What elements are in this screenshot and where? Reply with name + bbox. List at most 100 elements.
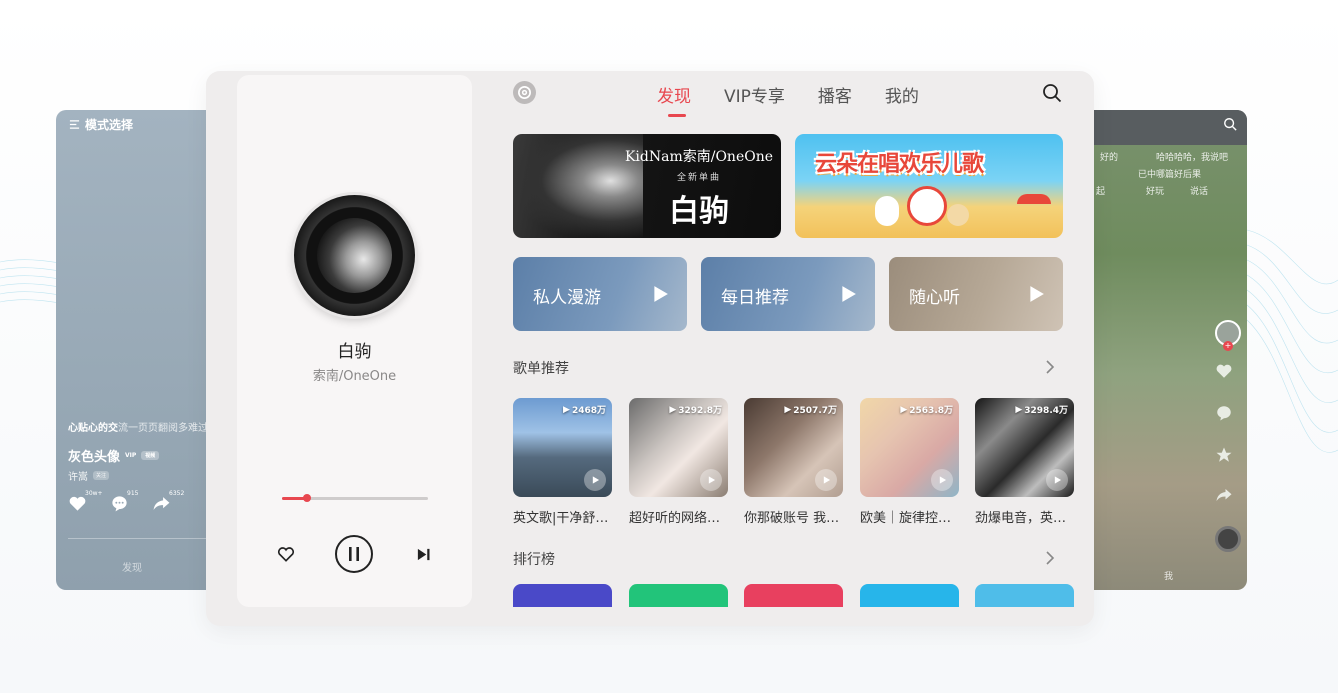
play-icon — [654, 286, 668, 302]
like-button[interactable] — [1215, 362, 1233, 380]
playlist-card[interactable]: ▶3298.4万 劲爆电音，英文歌曲 — [975, 398, 1074, 526]
banner-new-single[interactable]: KidNam索南/OneOne 全新单曲 白驹 — [513, 134, 781, 238]
banner-kids-songs[interactable]: 云朵在唱欢乐儿歌 — [795, 134, 1063, 238]
playlist-play-button[interactable] — [1046, 469, 1068, 491]
tag-badge: 视频 — [141, 451, 160, 460]
playlist-play-button[interactable] — [700, 469, 722, 491]
playlist-play-button[interactable] — [584, 469, 606, 491]
author-avatar[interactable]: + — [1215, 320, 1241, 351]
play-icon — [842, 286, 856, 302]
chevron-right-icon[interactable] — [1042, 550, 1058, 566]
follow-button[interactable]: 关注 — [93, 471, 110, 480]
pause-button[interactable] — [335, 535, 373, 573]
next-track-icon — [417, 548, 429, 560]
music-disc[interactable] — [1215, 526, 1241, 552]
heart-icon — [1216, 364, 1232, 378]
app-logo[interactable] — [513, 81, 536, 104]
comment-button[interactable] — [1215, 404, 1233, 422]
playlist-card[interactable]: ▶ 3292.8万 超好听的网络热歌 — [629, 398, 728, 526]
playlist-name: 劲爆电音，英文歌曲 — [975, 511, 1074, 526]
free-listen-button[interactable]: 随心听 — [889, 257, 1063, 331]
tab-mine[interactable]: 我的 — [885, 82, 919, 107]
chart-card[interactable] — [975, 584, 1074, 607]
rabbit-illustration — [875, 196, 899, 226]
play-count: ▶ 3298.4万 — [1015, 404, 1068, 417]
album-cover — [317, 218, 392, 293]
play-count: ▶ 2507.7万 — [784, 404, 837, 417]
danmaku-text: 哈哈哈哈，我说吧 — [1156, 153, 1229, 163]
daily-recommend-button[interactable]: 每日推荐 — [701, 257, 875, 331]
follow-plus-icon[interactable]: + — [1223, 341, 1233, 351]
heart-outline-icon — [277, 547, 295, 562]
video-author[interactable]: 许嵩 关注 — [68, 468, 110, 483]
private-roam-button[interactable]: 私人漫游 — [513, 257, 687, 331]
active-tab-indicator — [668, 114, 686, 117]
chevron-right-icon[interactable] — [1042, 359, 1058, 375]
play-icon — [1054, 476, 1061, 484]
menu-icon — [69, 120, 80, 129]
chart-card[interactable] — [513, 584, 612, 607]
pause-icon — [349, 547, 359, 561]
playlist-card[interactable]: ▶2507.7万 你那破账号 我早就不用了 — [744, 398, 843, 526]
progress-knob[interactable] — [302, 494, 311, 502]
play-icon — [592, 476, 599, 484]
banner-tag: 全新单曲 — [676, 173, 721, 183]
netease-logo-icon — [518, 86, 531, 99]
share-icon — [1216, 489, 1232, 501]
mascot-illustration — [907, 186, 947, 226]
play-icon — [823, 476, 830, 484]
mode-select-button[interactable]: 模式选择 — [69, 116, 133, 133]
section-title-playlists: 歌单推荐 — [513, 361, 569, 377]
share-button[interactable]: 6352 — [152, 490, 184, 516]
play-count: ▶ 2563.8万 — [900, 404, 953, 417]
danmaku-text: 好玩 — [1146, 187, 1165, 197]
danmaku-text: 已中哪篇好后果 — [1138, 170, 1202, 180]
progress-bar[interactable] — [282, 494, 428, 502]
section-title-charts: 排行榜 — [513, 552, 555, 568]
banner-title: 白驹 — [669, 194, 729, 229]
playlist-cover: ▶ 2563.8万 — [860, 398, 959, 497]
danmaku-text: 起 — [1096, 187, 1106, 197]
search-icon[interactable] — [1042, 83, 1062, 103]
song-title: 白驹 — [337, 342, 372, 362]
tab-podcast[interactable]: 播客 — [818, 82, 852, 107]
banner-artist: KidNam索南/OneOne — [624, 149, 774, 165]
playlist-cover: ▶ 3298.4万 — [975, 398, 1074, 497]
song-artist[interactable]: 索南/OneOne — [237, 365, 472, 384]
star-icon — [1216, 447, 1232, 462]
playlist-cover: ▶ 3292.8万 — [629, 398, 728, 497]
chart-card[interactable] — [629, 584, 728, 607]
danmaku-text: 好的 — [1100, 153, 1119, 163]
like-button[interactable]: 30w+ — [68, 490, 103, 516]
nav-mine[interactable]: 我 — [1164, 569, 1173, 582]
quick-label: 私人漫游 — [533, 288, 601, 308]
album-disc[interactable] — [294, 195, 415, 316]
search-icon[interactable] — [1223, 117, 1237, 131]
puppy-illustration — [947, 204, 969, 226]
tab-vip[interactable]: VIP专享 — [724, 82, 785, 107]
favorite-button[interactable] — [1215, 446, 1233, 464]
share-count: 6352 — [169, 490, 185, 497]
comment-count: 915 — [127, 490, 139, 497]
playlist-card[interactable]: ▶2468万 英文歌|干净舒适的音乐 — [513, 398, 612, 526]
lyric-line: 心贴心的交流一页页翻阅多难过 — [68, 423, 208, 434]
playlist-play-button[interactable] — [931, 469, 953, 491]
video-song-name[interactable]: 灰色头像 VIP 视频 — [68, 446, 160, 465]
disc-icon — [1215, 526, 1241, 552]
main-tabs: 发现 VIP专享 播客 我的 — [657, 82, 952, 117]
like-button[interactable] — [275, 543, 297, 565]
comment-button[interactable]: 915 — [110, 490, 138, 516]
share-button[interactable] — [1215, 486, 1233, 504]
play-count: ▶ 2468万 — [563, 404, 606, 417]
danmaku-text: 说话 — [1190, 187, 1209, 197]
tablet-window: 白驹 索南/OneOne 发现 VIP专享 播客 我的 KidNam索南/One… — [206, 71, 1094, 626]
chart-card[interactable] — [860, 584, 959, 607]
mode-select-label: 模式选择 — [85, 118, 134, 132]
playlist-card[interactable]: ▶2563.8万 欧美｜旋律控的耳朵 — [860, 398, 959, 526]
next-button[interactable] — [413, 544, 433, 564]
chart-card[interactable] — [744, 584, 843, 607]
play-icon — [708, 476, 715, 484]
playlist-play-button[interactable] — [815, 469, 837, 491]
tab-discover[interactable]: 发现 — [657, 82, 691, 117]
nav-discover[interactable]: 发现 — [122, 559, 142, 574]
